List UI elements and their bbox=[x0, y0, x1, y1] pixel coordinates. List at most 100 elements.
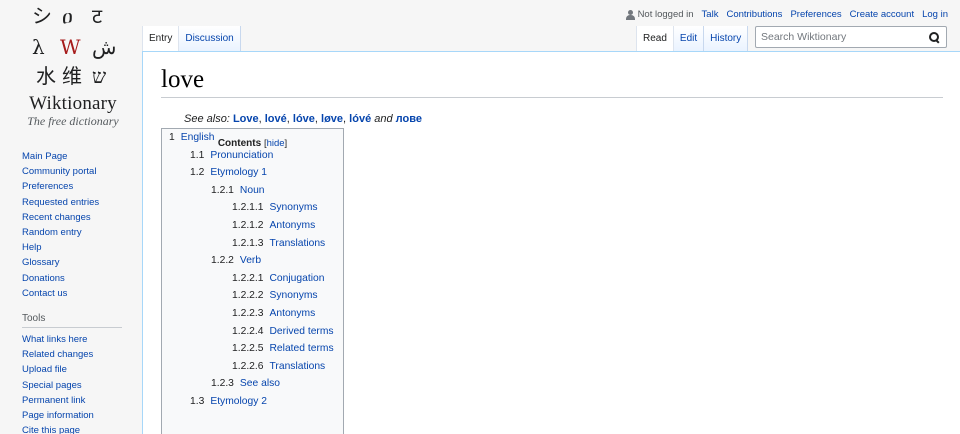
sidebar-item-main-page[interactable]: Main Page bbox=[22, 151, 67, 162]
sidebar-navigation: Main Page Community portal Preferences R… bbox=[22, 149, 132, 301]
tools-heading: Tools bbox=[22, 313, 122, 329]
sidebar-item-page-information[interactable]: Page information bbox=[22, 410, 94, 421]
sidebar-item-related-changes[interactable]: Related changes bbox=[22, 349, 93, 360]
toc-item-label: Synonyms bbox=[269, 202, 318, 214]
toc-item-label: Conjugation bbox=[269, 272, 325, 284]
sidebar-item-recent-changes[interactable]: Recent changes bbox=[22, 212, 91, 223]
sidebar-item-requested-entries[interactable]: Requested entries bbox=[22, 197, 99, 208]
toc-item-number: 1.2.1.2 bbox=[232, 220, 264, 231]
toc-item-number: 1.2.2.5 bbox=[232, 343, 264, 355]
sidebar-item-donations[interactable]: Donations bbox=[22, 273, 65, 284]
logo-glyph: シ bbox=[32, 4, 52, 28]
site-logo[interactable]: シ ዐ ट λ W ش 水 维 ש Wiktionary The free di… bbox=[18, 4, 128, 129]
toc-item-number: 1.2.3 bbox=[211, 378, 234, 390]
toc-item[interactable]: 1.2.2.5 Related terms bbox=[232, 343, 334, 354]
sidebar-item-help[interactable]: Help bbox=[22, 242, 42, 253]
search-box bbox=[755, 26, 947, 48]
create-account-link[interactable]: Create account bbox=[850, 9, 914, 20]
title-divider bbox=[161, 97, 943, 98]
toc-item-number: 1.2.2 bbox=[211, 255, 234, 267]
logo-glyph: ट bbox=[92, 4, 103, 28]
sidebar-item-community-portal[interactable]: Community portal bbox=[22, 166, 96, 177]
toc-item-number: 1 bbox=[169, 132, 175, 143]
toc-item[interactable]: 1.3 Etymology 2 bbox=[190, 396, 267, 407]
tab-history[interactable]: History bbox=[704, 26, 749, 51]
toc-item[interactable]: 1.2.3 See also bbox=[211, 378, 280, 389]
talk-link[interactable]: Talk bbox=[702, 9, 719, 20]
toc-item-label: Etymology 2 bbox=[210, 396, 267, 407]
sidebar-item-upload-file[interactable]: Upload file bbox=[22, 364, 67, 375]
toc-item[interactable]: 1.2.2.6 Translations bbox=[232, 361, 325, 372]
logo-glyph: W bbox=[60, 35, 81, 59]
sidebar: Main Page Community portal Preferences R… bbox=[22, 149, 132, 434]
toc-item[interactable]: 1.2.2 Verb bbox=[211, 255, 261, 266]
toc-item-number: 1.1 bbox=[190, 149, 205, 161]
toc-item-number: 1.2 bbox=[190, 167, 205, 179]
tab-entry[interactable]: Entry bbox=[142, 26, 180, 51]
sidebar-item-random-entry[interactable]: Random entry bbox=[22, 227, 82, 238]
contributions-link[interactable]: Contributions bbox=[726, 9, 782, 20]
toc-item[interactable]: 1.2.2.2 Synonyms bbox=[232, 290, 318, 301]
toc-item[interactable]: 1.1 Pronunciation bbox=[190, 150, 273, 161]
sidebar-item-contact-us[interactable]: Contact us bbox=[22, 288, 67, 299]
log-in-link[interactable]: Log in bbox=[922, 9, 948, 20]
toc-item-number: 1.2.1.1 bbox=[232, 202, 264, 214]
preferences-link[interactable]: Preferences bbox=[790, 9, 841, 20]
logo-glyph: ዐ bbox=[62, 4, 73, 28]
sidebar-item-permanent-link[interactable]: Permanent link bbox=[22, 395, 85, 406]
see-also-hatnote: See also: Love, lové, lóve, løve, lóvé a… bbox=[184, 113, 422, 125]
toc-item[interactable]: 1.2.2.4 Derived terms bbox=[232, 326, 334, 337]
toc-item-label: Pronunciation bbox=[210, 149, 274, 161]
logo-glyph: λ bbox=[32, 35, 45, 59]
toc-item[interactable]: 1.2.1 Noun bbox=[211, 185, 265, 196]
tab-edit[interactable]: Edit bbox=[673, 26, 705, 51]
logo-glyphs: シ ዐ ट λ W ش 水 维 ש bbox=[32, 4, 122, 90]
toc-item-number: 1.2.2.4 bbox=[232, 325, 264, 337]
sidebar-item-glossary[interactable]: Glossary bbox=[22, 257, 59, 268]
toc-item-label: Related terms bbox=[269, 343, 334, 355]
toc-item[interactable]: 1.2.2.3 Antonyms bbox=[232, 308, 315, 319]
sidebar-item-special-pages[interactable]: Special pages bbox=[22, 380, 82, 391]
see-also-label: See also: bbox=[184, 113, 230, 125]
logo-glyph: ש bbox=[92, 64, 107, 88]
toc-item-label: Etymology 1 bbox=[210, 167, 267, 179]
logo-tagline: The free dictionary bbox=[27, 114, 119, 128]
see-also-link[interactable]: Love bbox=[233, 113, 259, 125]
toc-item[interactable]: 1.2 Etymology 1 bbox=[190, 167, 267, 178]
main-content: love See also: Love, lové, lóve, løve, l… bbox=[142, 51, 960, 434]
toc-item-number: 1.3 bbox=[190, 396, 205, 407]
toc-item[interactable]: 1.2.1.2 Antonyms bbox=[232, 220, 315, 231]
toc-item-number: 1.2.2.2 bbox=[232, 290, 264, 302]
sidebar-item-cite-this-page[interactable]: Cite this page bbox=[22, 425, 80, 434]
toc-item[interactable]: 1.2.1.3 Translations bbox=[232, 238, 325, 249]
search-icon[interactable] bbox=[929, 32, 940, 43]
sidebar-tools: What links here Related changes Upload f… bbox=[22, 332, 132, 434]
see-also-link[interactable]: lové bbox=[265, 113, 287, 125]
toc-item-label: Translations bbox=[269, 360, 326, 372]
see-also-link[interactable]: лове bbox=[396, 113, 422, 125]
toc-item[interactable]: 1 English bbox=[169, 132, 215, 143]
toc-item[interactable]: 1.2.1.1 Synonyms bbox=[232, 202, 318, 213]
toc-item-label: See also bbox=[239, 378, 280, 390]
user-icon bbox=[625, 9, 635, 20]
tab-discussion[interactable]: Discussion bbox=[179, 26, 241, 51]
namespace-tabs: Entry Discussion bbox=[142, 26, 241, 51]
see-also-link[interactable]: lóve bbox=[293, 113, 315, 125]
sidebar-item-preferences[interactable]: Preferences bbox=[22, 181, 73, 192]
toc-item-number: 1.2.2.3 bbox=[232, 308, 264, 319]
toc-item-number: 1.2.2.1 bbox=[232, 272, 264, 284]
anon-status: Not logged in bbox=[625, 9, 694, 20]
see-also-link[interactable]: løve bbox=[321, 113, 343, 125]
sidebar-item-what-links-here[interactable]: What links here bbox=[22, 334, 87, 345]
toc-item-label: Synonyms bbox=[269, 290, 318, 302]
see-also-and: and bbox=[374, 113, 393, 125]
see-also-link[interactable]: lóvé bbox=[349, 113, 371, 125]
toc-item[interactable]: 1.2.2.1 Conjugation bbox=[232, 273, 324, 284]
toc-item-label: Antonyms bbox=[269, 220, 316, 231]
page-title: love bbox=[161, 66, 205, 93]
tab-read[interactable]: Read bbox=[636, 26, 674, 51]
toc-hide-toggle[interactable]: hide bbox=[267, 138, 285, 149]
toc-item-label: Antonyms bbox=[269, 308, 316, 319]
toc-item-label: English bbox=[180, 132, 215, 143]
search-input[interactable] bbox=[761, 31, 921, 43]
